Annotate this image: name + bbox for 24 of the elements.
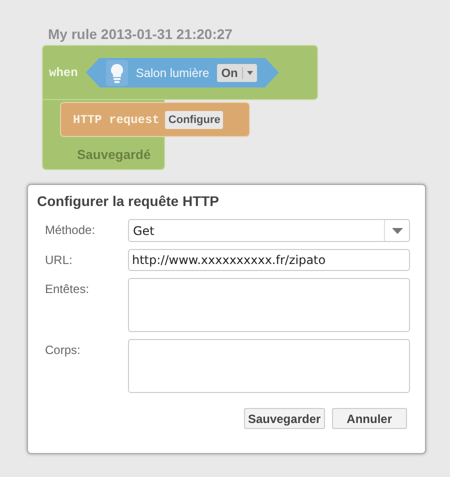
rule-title: My rule 2013-01-31 21:20:27 bbox=[48, 26, 234, 44]
when-block[interactable]: when Salon lumière On bbox=[42, 45, 318, 100]
configure-button[interactable]: Configure bbox=[165, 110, 224, 128]
text-area[interactable] bbox=[128, 339, 410, 393]
dialog-button[interactable]: Annuler bbox=[332, 408, 407, 429]
dialog-button[interactable]: Sauvegarder bbox=[244, 408, 325, 429]
action-block[interactable]: HTTP request Configure bbox=[60, 102, 250, 137]
field-label: Entêtes: bbox=[44, 281, 90, 296]
caret-icon bbox=[392, 228, 402, 234]
status-label: Sauvegardé bbox=[77, 147, 152, 164]
when-label: when bbox=[49, 66, 78, 80]
url-field[interactable]: http://www.xxxxxxxxxx.fr/zipato bbox=[128, 249, 410, 271]
field-label: Méthode: bbox=[44, 222, 96, 237]
dialog-title: Configurer la requête HTTP bbox=[37, 193, 220, 209]
text-area[interactable] bbox=[128, 278, 410, 332]
field-label: URL: bbox=[44, 252, 74, 267]
field-label: Corps: bbox=[44, 342, 82, 357]
state-dropdown[interactable]: On bbox=[217, 64, 257, 82]
lightbulb-icon bbox=[106, 60, 128, 86]
trigger-block[interactable]: Salon lumière On bbox=[86, 58, 279, 88]
method-select[interactable]: Get bbox=[128, 219, 410, 242]
caret-icon bbox=[246, 70, 253, 74]
device-name: Salon lumière bbox=[136, 66, 210, 80]
action-label: HTTP request bbox=[73, 112, 160, 126]
